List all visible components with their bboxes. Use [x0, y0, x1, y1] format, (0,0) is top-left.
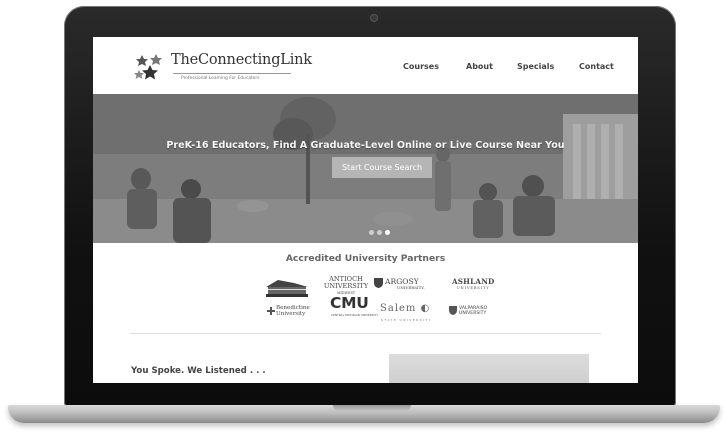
hero-banner: PreK-16 Educators, Find A Graduate-Level… [93, 94, 638, 243]
section-heading: You Spoke. We Listened . . . [131, 366, 266, 376]
university-building-logo[interactable] [264, 277, 310, 299]
ashland-sub: UNIVERSITY [456, 286, 490, 290]
hero-headline: PreK-16 Educators, Find A Graduate-Level… [166, 140, 565, 151]
slider-dot-2[interactable] [377, 230, 382, 235]
cross-icon [267, 307, 275, 315]
laptop-base [8, 405, 720, 423]
benedictine-university-logo[interactable]: Benedictine University [267, 305, 310, 317]
nav-specials[interactable]: Specials [517, 62, 554, 74]
salem-sub: STATE UNIVERSITY [381, 318, 432, 322]
cmu-logo[interactable]: CMU [330, 294, 369, 312]
site-header: TheConnectingLink Professional Learning … [93, 37, 638, 93]
partners-heading: Accredited University Partners [285, 253, 446, 264]
brand-name[interactable]: TheConnectingLink [171, 52, 312, 68]
valparaiso-university-logo[interactable]: VALPARAISO UNIVERSITY [449, 306, 487, 316]
antioch-line2: UNIVERSITY [323, 282, 369, 290]
salem-state-logo[interactable]: Salem ◐ [380, 303, 430, 314]
ashland-university-logo[interactable]: ASHLAND UNIVERSITY [452, 277, 494, 290]
ashland-name: ASHLAND [452, 277, 495, 286]
brand-tagline: Professional Learning For Educators [181, 76, 260, 81]
shield-icon [374, 278, 383, 288]
section-image [389, 354, 589, 383]
nav-contact[interactable]: Contact [579, 62, 614, 74]
star-cluster-icon[interactable] [133, 51, 167, 85]
slider-dots [369, 230, 399, 236]
salem-name: Salem [380, 303, 417, 314]
nav-about[interactable]: About [466, 62, 493, 74]
section-divider [130, 333, 601, 334]
argosy-university-logo[interactable]: ARGOSY UNIVERSITY. [374, 277, 425, 290]
cmu-sub: CENTRAL MICHIGAN UNIVERSITY [331, 313, 379, 317]
nav-courses[interactable]: Courses [403, 62, 439, 74]
webcam-icon [371, 15, 377, 21]
benedictine-line2: University [276, 311, 306, 317]
valparaiso-line2: UNIVERSITY [459, 311, 487, 316]
start-course-search-button[interactable]: Start Course Search [332, 157, 432, 178]
brand-divider [173, 73, 291, 74]
slider-dot-3-active[interactable] [385, 230, 390, 235]
browser-screen: TheConnectingLink Professional Learning … [93, 37, 638, 383]
salem-swirl-icon: ◐ [420, 303, 431, 314]
argosy-sub: UNIVERSITY. [397, 285, 425, 290]
laptop-notch [333, 405, 411, 411]
slider-dot-1[interactable] [369, 230, 374, 235]
shield-icon [449, 306, 457, 315]
